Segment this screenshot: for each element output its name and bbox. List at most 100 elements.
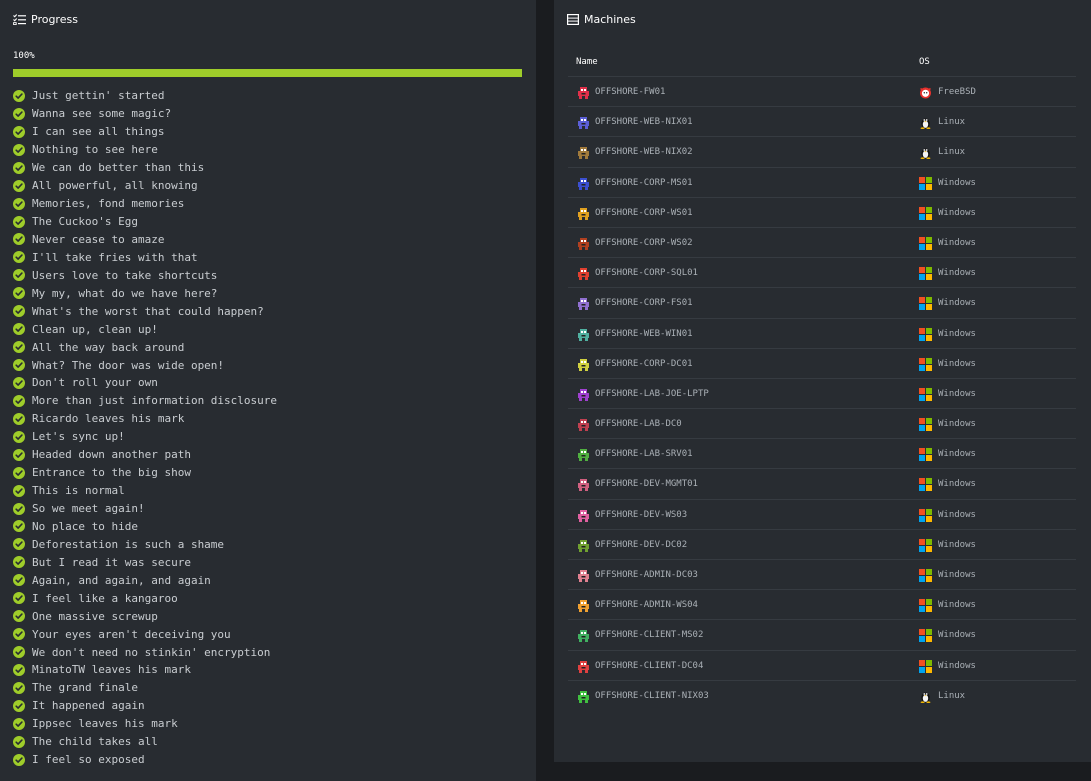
machine-name[interactable]: OFFSHORE-ADMIN-WS04: [595, 600, 698, 610]
machine-row[interactable]: OFFSHORE-CORP-DC01 Windows: [568, 347, 1076, 378]
machine-row[interactable]: OFFSHORE-CORP-MS01 Windows: [568, 166, 1076, 197]
machine-row[interactable]: OFFSHORE-LAB-SRV01 Windows: [568, 438, 1076, 468]
task-label: It happened again: [32, 699, 145, 713]
windows-icon: [919, 327, 932, 341]
task-label: One massive screwup: [32, 609, 158, 623]
task-item: Deforestation is such a shame: [13, 535, 277, 553]
task-item: But I read it was secure: [13, 553, 277, 571]
windows-icon: [919, 599, 932, 613]
machine-name[interactable]: OFFSHORE-WEB-NIX02: [595, 147, 693, 157]
checklist-icon: [13, 13, 26, 25]
machine-row[interactable]: OFFSHORE-DEV-MGMT01 Windows: [568, 468, 1076, 498]
check-circle-icon: [13, 89, 25, 102]
machine-row[interactable]: OFFSHORE-FW01 FreeBSD: [568, 76, 1076, 106]
machine-name[interactable]: OFFSHORE-DEV-DC02: [595, 540, 687, 550]
machine-avatar-icon: [577, 86, 590, 99]
task-label: Entrance to the big show: [32, 466, 191, 480]
task-item: Clean up, clean up!: [13, 320, 277, 338]
machine-name[interactable]: OFFSHORE-WEB-NIX01: [595, 117, 693, 127]
machine-row[interactable]: OFFSHORE-CLIENT-MS02 Windows: [568, 619, 1076, 649]
machine-os: Linux: [938, 117, 966, 128]
check-circle-icon: [13, 394, 25, 407]
machine-row[interactable]: OFFSHORE-LAB-JOE-LPTP Windows: [568, 377, 1076, 408]
windows-icon: [919, 236, 932, 250]
machine-os: Windows: [938, 268, 976, 279]
check-circle-icon: [13, 215, 25, 228]
machine-name[interactable]: OFFSHORE-CORP-WS01: [595, 208, 693, 218]
machine-avatar-icon: [577, 177, 590, 190]
machine-name[interactable]: OFFSHORE-WEB-WIN01: [595, 329, 693, 339]
machine-avatar-icon: [577, 358, 590, 371]
machine-row[interactable]: OFFSHORE-ADMIN-DC03 Windows: [568, 559, 1076, 589]
linux-icon: [919, 146, 932, 160]
task-label: I'll take fries with that: [32, 250, 198, 264]
machine-row[interactable]: OFFSHORE-ADMIN-WS04 Windows: [568, 589, 1076, 619]
machine-row[interactable]: OFFSHORE-WEB-WIN01 Windows: [568, 317, 1076, 348]
task-label: But I read it was secure: [32, 555, 191, 569]
machine-row[interactable]: OFFSHORE-DEV-DC02 Windows: [568, 528, 1076, 559]
windows-icon: [919, 357, 932, 371]
machine-os: Windows: [938, 237, 976, 248]
check-circle-icon: [13, 628, 25, 641]
windows-icon: [919, 569, 932, 582]
machine-row[interactable]: OFFSHORE-CLIENT-NIX03 Linux: [568, 679, 1076, 710]
machine-row[interactable]: OFFSHORE-LAB-DC0 Windows: [568, 408, 1076, 438]
machine-name[interactable]: OFFSHORE-LAB-DC0: [595, 419, 682, 429]
task-label: All the way back around: [32, 340, 185, 354]
task-item: Users love to take shortcuts: [13, 266, 277, 284]
machine-name[interactable]: OFFSHORE-CORP-DC01: [595, 359, 693, 369]
machine-name[interactable]: OFFSHORE-LAB-JOE-LPTP: [595, 389, 709, 399]
machine-name[interactable]: OFFSHORE-DEV-MGMT01: [595, 479, 698, 489]
machine-row[interactable]: OFFSHORE-WEB-NIX01 Linux: [568, 106, 1076, 136]
machine-row[interactable]: OFFSHORE-CORP-WS02 Windows: [568, 226, 1076, 257]
machine-name[interactable]: OFFSHORE-CLIENT-DC04: [595, 661, 703, 671]
windows-icon: [919, 478, 932, 492]
check-circle-icon: [13, 466, 25, 479]
machine-row[interactable]: OFFSHORE-CORP-SQL01 Windows: [568, 257, 1076, 287]
task-label: My my, what do we have here?: [32, 286, 218, 300]
column-header-name[interactable]: Name: [576, 57, 598, 67]
machine-name[interactable]: OFFSHORE-CORP-FS01: [595, 298, 693, 308]
task-list: Just gettin' started Wanna see some magic…: [13, 87, 277, 769]
windows-icon: [919, 659, 932, 673]
machine-avatar-icon: [577, 297, 590, 311]
machine-os: Windows: [938, 419, 976, 430]
task-item: Memories, fond memories: [13, 195, 277, 213]
check-circle-icon: [13, 323, 25, 336]
machine-name[interactable]: OFFSHORE-CORP-SQL01: [595, 268, 698, 278]
machine-name[interactable]: OFFSHORE-ADMIN-DC03: [595, 570, 698, 580]
machine-name[interactable]: OFFSHORE-LAB-SRV01: [595, 449, 693, 459]
windows-icon: [919, 448, 932, 462]
machine-avatar-icon: [577, 388, 590, 401]
machine-os: Windows: [938, 388, 976, 399]
task-item: My my, what do we have here?: [13, 284, 277, 302]
machine-name[interactable]: OFFSHORE-CLIENT-NIX03: [595, 691, 709, 701]
check-circle-icon: [13, 376, 25, 389]
machine-row[interactable]: OFFSHORE-CORP-WS01 Windows: [568, 196, 1076, 227]
machine-row[interactable]: OFFSHORE-WEB-NIX02 Linux: [568, 136, 1076, 166]
check-circle-icon: [13, 484, 25, 497]
check-circle-icon: [13, 197, 25, 210]
machine-row[interactable]: OFFSHORE-CLIENT-DC04 Windows: [568, 649, 1076, 680]
check-circle-icon: [13, 574, 25, 587]
machine-name[interactable]: OFFSHORE-CORP-MS01: [595, 178, 693, 188]
machines-header: Machines: [567, 12, 636, 26]
machine-avatar-icon: [577, 116, 590, 130]
task-label: Just gettin' started: [32, 89, 165, 103]
task-item: Your eyes aren't deceiving you: [13, 625, 277, 643]
machine-name[interactable]: OFFSHORE-DEV-WS03: [595, 510, 687, 520]
machine-os: FreeBSD: [938, 87, 976, 97]
task-item: So we meet again!: [13, 500, 277, 518]
machine-row[interactable]: OFFSHORE-DEV-WS03 Windows: [568, 498, 1076, 529]
machine-avatar-icon: [577, 539, 590, 552]
machine-name[interactable]: OFFSHORE-FW01: [595, 87, 665, 97]
machine-name[interactable]: OFFSHORE-CLIENT-MS02: [595, 630, 703, 640]
machine-name[interactable]: OFFSHORE-CORP-WS02: [595, 238, 693, 248]
machine-avatar-icon: [577, 660, 590, 673]
progress-header: Progress: [13, 12, 78, 26]
windows-icon: [919, 418, 932, 432]
task-item: One massive screwup: [13, 607, 277, 625]
machine-row[interactable]: OFFSHORE-CORP-FS01 Windows: [568, 287, 1076, 317]
column-header-os[interactable]: OS: [919, 57, 930, 67]
windows-icon: [919, 538, 932, 552]
